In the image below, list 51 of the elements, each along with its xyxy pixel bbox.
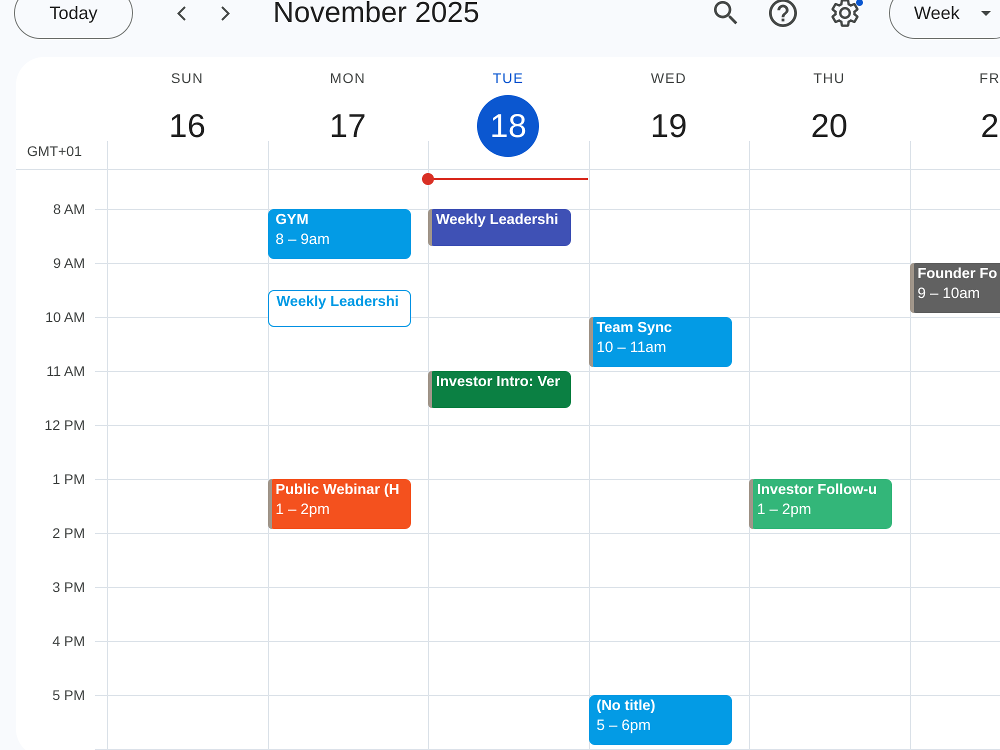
event-time: 8 – 9am <box>276 230 330 250</box>
weekday-label: FR <box>979 70 1000 86</box>
calendar-event[interactable]: Public Webinar (H 1 – 2pm <box>268 479 410 529</box>
event-title: Weekly Leadershi <box>276 293 399 312</box>
day-number[interactable]: 17 <box>329 106 366 146</box>
event-title: Weekly Leadershi <box>436 211 558 230</box>
hour-label: 1 PM <box>52 471 85 487</box>
weekday-label: MON <box>330 70 366 86</box>
day-number[interactable]: 19 <box>650 106 688 146</box>
hour-label: 5 PM <box>52 687 85 703</box>
hour-label: 2 PM <box>52 525 85 541</box>
event-title: Public Webinar (H <box>276 481 400 500</box>
timezone-label: GMT+01 <box>27 143 82 159</box>
hour-label: 9 AM <box>53 255 85 271</box>
event-title: Investor Intro: Ver <box>436 373 560 392</box>
calendar-event[interactable]: Investor Intro: Ver <box>428 371 571 408</box>
hour-label: 10 AM <box>45 309 85 325</box>
event-title: GYM <box>276 211 309 230</box>
hour-label: 8 AM <box>53 201 85 217</box>
weekday-label: SUN <box>170 70 204 86</box>
calendar-event[interactable]: Weekly Leadershi <box>428 209 571 246</box>
event-title: (No title) <box>596 697 656 716</box>
event-title: Team Sync <box>596 319 672 338</box>
event-title: Founder Fo <box>918 265 998 284</box>
search-icon <box>714 1 738 25</box>
weekday-label: WED <box>650 70 687 86</box>
chevron-left-icon <box>176 6 186 20</box>
weekday-label: THU <box>813 70 846 86</box>
hour-label: 3 PM <box>52 579 85 595</box>
hour-label: 11 AM <box>46 363 85 379</box>
event-time: 5 – 6pm <box>596 716 651 736</box>
settings-icon <box>831 0 859 27</box>
event-time: 9 – 10am <box>918 284 980 304</box>
day-number[interactable]: 16 <box>168 106 206 146</box>
month-title: November 2025 <box>273 0 480 31</box>
day-number[interactable]: 18 <box>477 95 540 157</box>
caret-down-icon <box>980 10 991 16</box>
chevron-right-icon <box>220 6 230 20</box>
day-number[interactable]: 20 <box>810 106 848 146</box>
event-time: 1 – 2pm <box>276 500 330 520</box>
today-button[interactable]: Today <box>14 0 133 39</box>
event-title: Investor Follow-u <box>757 481 878 500</box>
view-selector[interactable]: Week <box>889 0 1000 39</box>
day-number[interactable]: 2 <box>980 106 999 146</box>
hour-label: 12 PM <box>44 417 85 433</box>
weekday-label: TUE <box>492 70 524 86</box>
event-time: 1 – 2pm <box>757 500 812 520</box>
hour-label: 4 PM <box>52 633 85 649</box>
calendar-event[interactable]: Founder Fo 9 – 10am <box>910 263 1000 313</box>
help-icon <box>769 0 797 27</box>
event-time: 10 – 11am <box>596 338 666 358</box>
